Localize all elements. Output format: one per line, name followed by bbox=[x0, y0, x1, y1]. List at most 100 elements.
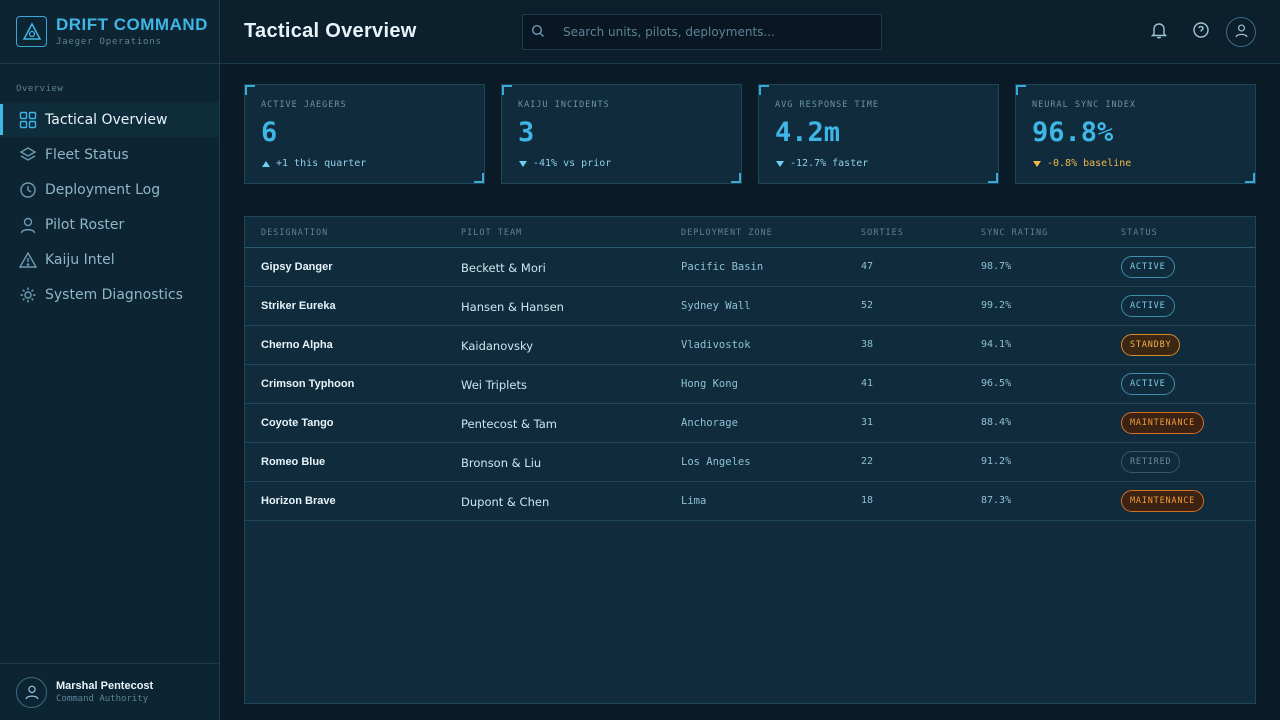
user-icon bbox=[1234, 23, 1249, 42]
sorties-cell: 18 bbox=[861, 495, 874, 506]
table-row[interactable]: Striker Eureka Hansen & Hansen Sydney Wa… bbox=[245, 287, 1255, 326]
designation-cell: Coyote Tango bbox=[261, 417, 334, 429]
column-header[interactable]: STATUS bbox=[1121, 228, 1158, 238]
sidebar-item-pilot-roster[interactable]: Pilot Roster bbox=[0, 207, 219, 242]
brand-subtitle: Jaeger Operations bbox=[56, 37, 162, 47]
clock-icon bbox=[18, 180, 37, 199]
sorties-cell: 22 bbox=[861, 456, 874, 467]
trend-down-icon bbox=[1033, 160, 1041, 167]
stat-value: 96.8% bbox=[1032, 117, 1114, 148]
sync-cell: 94.1% bbox=[981, 339, 1012, 350]
page-title: Tactical Overview bbox=[244, 20, 417, 42]
pilot-team-cell: Wei Triplets bbox=[461, 378, 527, 392]
stat-label: ACTIVE JAEGERS bbox=[261, 100, 347, 110]
sync-cell: 88.4% bbox=[981, 417, 1012, 428]
zone-cell: Lima bbox=[681, 495, 707, 507]
pilot-team-cell: Kaidanovsky bbox=[461, 339, 534, 353]
search-input[interactable] bbox=[563, 25, 863, 39]
sidebar-item-label: Tactical Overview bbox=[45, 111, 168, 128]
pilot-team-cell: Beckett & Mori bbox=[461, 261, 546, 275]
designation-cell: Romeo Blue bbox=[261, 456, 326, 468]
sidebar-item-label: Fleet Status bbox=[45, 146, 129, 163]
sorties-cell: 41 bbox=[861, 378, 874, 389]
stat-delta: -41% vs prior bbox=[519, 158, 611, 169]
zone-cell: Sydney Wall bbox=[681, 300, 751, 312]
table-row[interactable]: Romeo Blue Bronson & Liu Los Angeles 22 … bbox=[245, 443, 1255, 482]
table-row[interactable]: Cherno Alpha Kaidanovsky Vladivostok 38 … bbox=[245, 326, 1255, 365]
status-badge: STANDBY bbox=[1121, 334, 1181, 356]
brand[interactable]: DRIFT COMMAND Jaeger Operations bbox=[0, 0, 219, 64]
search-box[interactable] bbox=[522, 14, 882, 50]
nav-section-label: Overview bbox=[16, 84, 64, 94]
stat-card-active-jaegers: ACTIVE JAEGERS 6 +1 this quarter bbox=[244, 84, 485, 184]
sidebar: DRIFT COMMAND Jaeger Operations Overview… bbox=[0, 0, 220, 720]
account-button[interactable] bbox=[1226, 17, 1256, 47]
sidebar-item-fleet-status[interactable]: Fleet Status bbox=[0, 137, 219, 172]
sync-cell: 99.2% bbox=[981, 300, 1012, 311]
sorties-cell: 52 bbox=[861, 300, 874, 311]
stat-delta-text: -41% vs prior bbox=[533, 158, 612, 169]
stat-label: KAIJU INCIDENTS bbox=[518, 100, 610, 110]
trend-down-icon bbox=[519, 160, 527, 167]
sidebar-item-tactical-overview[interactable]: Tactical Overview bbox=[0, 102, 219, 137]
table-row[interactable]: Coyote Tango Pentecost & Tam Anchorage 3… bbox=[245, 404, 1255, 443]
user-profile[interactable]: Marshal Pentecost Command Authority bbox=[0, 663, 219, 720]
help-button[interactable] bbox=[1187, 18, 1215, 46]
pilot-team-cell: Dupont & Chen bbox=[461, 495, 550, 509]
pilot-team-cell: Pentecost & Tam bbox=[461, 417, 557, 431]
stat-value: 3 bbox=[518, 117, 535, 148]
sidebar-item-label: Kaiju Intel bbox=[45, 251, 115, 268]
user-role: Command Authority bbox=[56, 694, 149, 704]
stat-label: NEURAL SYNC INDEX bbox=[1032, 100, 1136, 110]
search-icon bbox=[531, 23, 545, 42]
stat-card-kaiju-incidents: KAIJU INCIDENTS 3 -41% vs prior bbox=[501, 84, 742, 184]
stat-delta: -0.8% baseline bbox=[1033, 158, 1131, 169]
designation-cell: Crimson Typhoon bbox=[261, 378, 355, 390]
stat-delta: -12.7% faster bbox=[776, 158, 868, 169]
stat-delta: +1 this quarter bbox=[262, 158, 366, 169]
notifications-button[interactable] bbox=[1145, 18, 1173, 46]
stat-delta-text: +1 this quarter bbox=[276, 158, 367, 169]
header: Tactical Overview bbox=[220, 0, 1280, 64]
layers-icon bbox=[18, 145, 37, 164]
logo-icon bbox=[16, 16, 47, 47]
grid-icon bbox=[18, 110, 37, 129]
sidebar-item-label: System Diagnostics bbox=[45, 286, 183, 303]
user-name: Marshal Pentecost bbox=[56, 680, 154, 692]
column-header[interactable]: SORTIES bbox=[861, 228, 904, 238]
sorties-cell: 31 bbox=[861, 417, 874, 428]
column-header[interactable]: SYNC RATING bbox=[981, 228, 1048, 238]
jaeger-table: DESIGNATION PILOT TEAM DEPLOYMENT ZONE S… bbox=[244, 216, 1256, 704]
column-header[interactable]: PILOT TEAM bbox=[461, 228, 522, 238]
stat-card-neural-sync-index: NEURAL SYNC INDEX 96.8% -0.8% baseline bbox=[1015, 84, 1256, 184]
bell-icon bbox=[1150, 21, 1168, 43]
trend-down-icon bbox=[776, 160, 784, 167]
table-row[interactable]: Gipsy Danger Beckett & Mori Pacific Basi… bbox=[245, 248, 1255, 287]
column-header[interactable]: DESIGNATION bbox=[261, 228, 328, 238]
sync-cell: 96.5% bbox=[981, 378, 1012, 389]
status-badge: ACTIVE bbox=[1121, 256, 1175, 278]
sidebar-item-label: Pilot Roster bbox=[45, 216, 125, 233]
table-header: DESIGNATION PILOT TEAM DEPLOYMENT ZONE S… bbox=[245, 217, 1255, 248]
designation-cell: Striker Eureka bbox=[261, 300, 336, 312]
warning-icon bbox=[18, 250, 37, 269]
user-icon bbox=[18, 215, 37, 234]
zone-cell: Hong Kong bbox=[681, 378, 738, 390]
sidebar-item-system-diagnostics[interactable]: System Diagnostics bbox=[0, 277, 219, 312]
trend-up-icon bbox=[262, 160, 270, 167]
table-row[interactable]: Crimson Typhoon Wei Triplets Hong Kong 4… bbox=[245, 365, 1255, 404]
zone-cell: Pacific Basin bbox=[681, 261, 764, 273]
sidebar-item-kaiju-intel[interactable]: Kaiju Intel bbox=[0, 242, 219, 277]
column-header[interactable]: DEPLOYMENT ZONE bbox=[681, 228, 773, 238]
sorties-cell: 38 bbox=[861, 339, 874, 350]
designation-cell: Gipsy Danger bbox=[261, 261, 333, 273]
table-row[interactable]: Horizon Brave Dupont & Chen Lima 18 87.3… bbox=[245, 482, 1255, 521]
stat-delta-text: -12.7% faster bbox=[790, 158, 869, 169]
zone-cell: Vladivostok bbox=[681, 339, 751, 351]
sync-cell: 91.2% bbox=[981, 456, 1012, 467]
sorties-cell: 47 bbox=[861, 261, 874, 272]
sidebar-item-deployment-log[interactable]: Deployment Log bbox=[0, 172, 219, 207]
stat-delta-text: -0.8% baseline bbox=[1047, 158, 1132, 169]
status-badge: ACTIVE bbox=[1121, 373, 1175, 395]
stat-label: AVG RESPONSE TIME bbox=[775, 100, 879, 110]
